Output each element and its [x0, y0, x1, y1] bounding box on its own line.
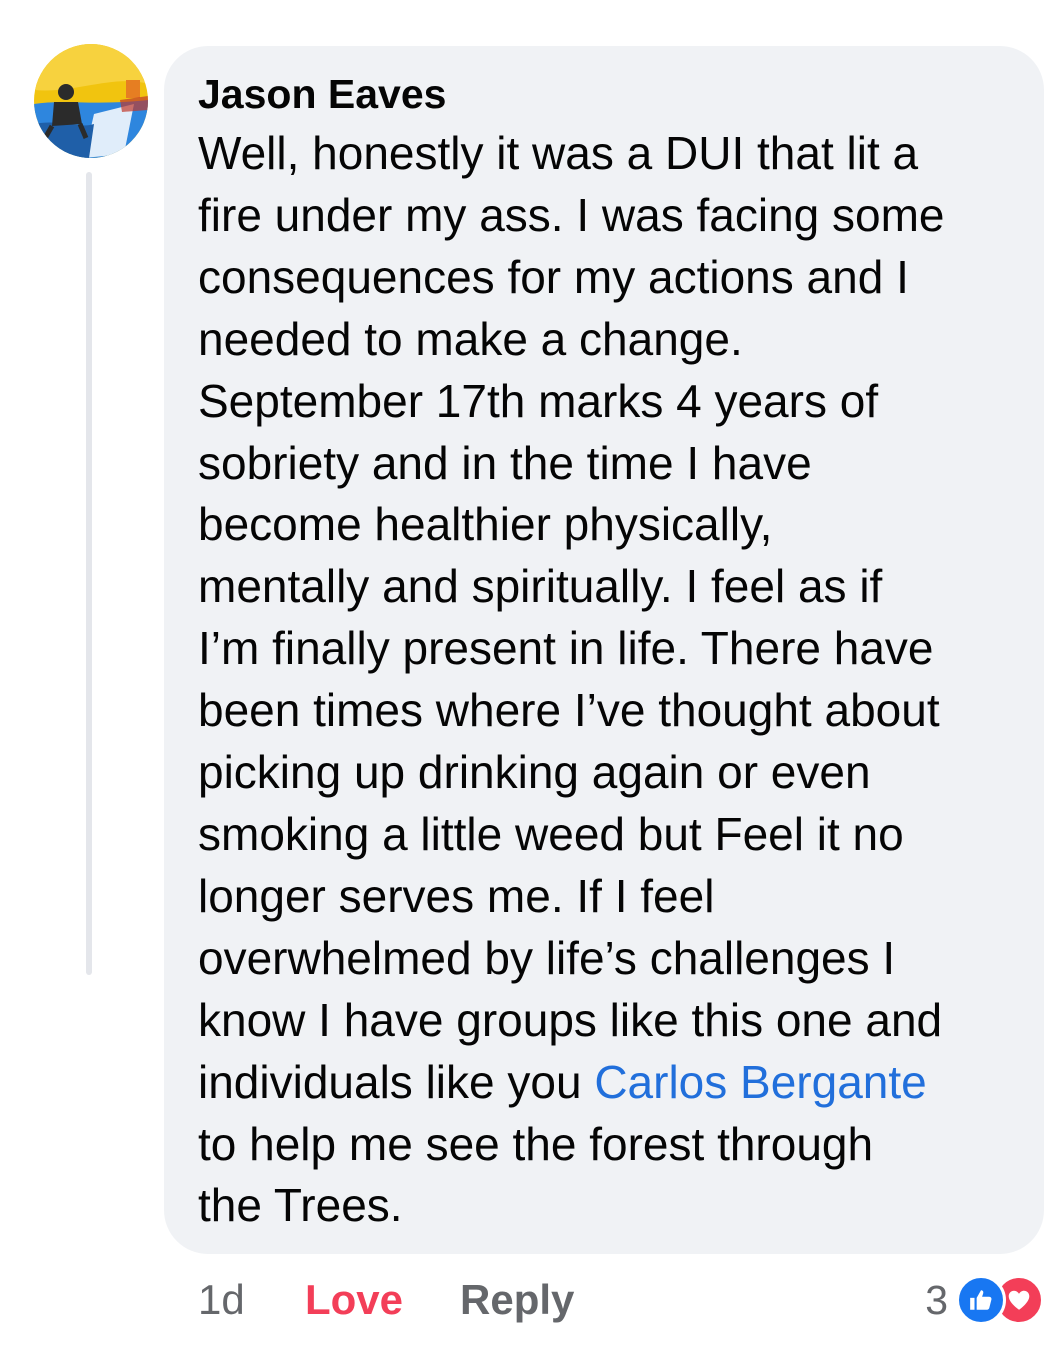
comment-line: the Trees. — [198, 1179, 403, 1232]
comment-line: smoking a little weed but Feel it no — [198, 807, 904, 860]
comment-line: consequences for my actions and I — [198, 250, 909, 303]
thumbs-up-icon — [956, 1275, 1006, 1325]
comment-line: mentally and spiritually. I feel as if — [198, 560, 883, 613]
comment-line: September 17th marks 4 years of — [198, 374, 879, 427]
comment-text: Well, honestly it was a DUI that lit a f… — [198, 123, 1024, 1237]
avatar[interactable] — [34, 44, 148, 158]
comment-line: needed to make a change. — [198, 312, 743, 365]
comment-line-with-mention: individuals like you Carlos Bergante — [198, 1052, 1024, 1114]
comment-author[interactable]: Jason Eaves — [198, 68, 1024, 120]
comment-line: sobriety and in the time I have — [198, 436, 812, 489]
mention-prefix: individuals like you — [198, 1055, 595, 1108]
comment-line: picking up drinking again or even — [198, 746, 871, 799]
reply-button[interactable]: Reply — [460, 1270, 574, 1330]
comment-line: overwhelmed by life’s challenges I — [198, 931, 896, 984]
love-button[interactable]: Love — [305, 1270, 403, 1330]
avatar-photo — [34, 44, 148, 158]
comment-actions: 1d Love Reply 3 — [0, 1270, 1054, 1330]
reactions-summary[interactable]: 3 — [925, 1270, 1044, 1330]
comment-line: longer serves me. If I feel — [198, 869, 715, 922]
comment-line: know I have groups like this one and — [198, 993, 943, 1046]
comment-line: become healthier physically, — [198, 498, 773, 551]
comment-bubble: Jason Eaves Well, honestly it was a DUI … — [164, 46, 1044, 1254]
thread-line — [86, 172, 92, 975]
comment-line: I’m finally present in life. There have — [198, 622, 934, 675]
comment-line: to help me see the forest through — [198, 1117, 874, 1170]
mention-link[interactable]: Carlos Bergante — [594, 1056, 926, 1108]
comment-line: fire under my ass. I was facing some — [198, 188, 945, 241]
reaction-count: 3 — [925, 1277, 948, 1323]
comment-timestamp[interactable]: 1d — [198, 1270, 245, 1330]
comment-line: been times where I’ve thought about — [198, 684, 940, 737]
comment-line: Well, honestly it was a DUI that lit a — [198, 127, 919, 179]
